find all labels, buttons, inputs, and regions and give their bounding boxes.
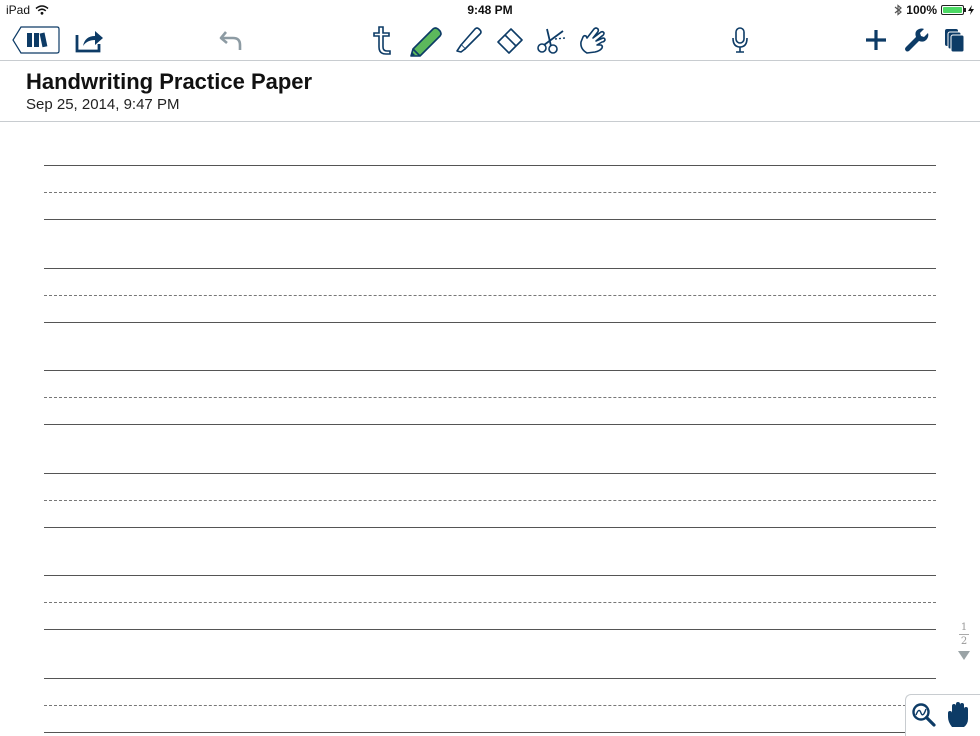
document-title[interactable]: Handwriting Practice Paper <box>26 69 312 95</box>
toolbar <box>0 20 980 61</box>
highlighter-tool-button[interactable] <box>452 24 484 56</box>
eraser-tool-icon <box>497 28 523 54</box>
hand-tool-button[interactable] <box>576 24 608 56</box>
pan-button[interactable] <box>946 701 974 729</box>
library-button[interactable] <box>11 24 61 56</box>
battery-icon <box>941 5 966 15</box>
undo-icon <box>219 31 242 50</box>
add-icon <box>866 30 886 50</box>
guide-midline <box>44 192 936 193</box>
status-time: 9:48 PM <box>467 3 513 17</box>
highlighter-tool-icon <box>456 27 482 53</box>
bottom-tools <box>905 694 980 736</box>
pen-tool-icon <box>410 27 442 57</box>
guide-baseline <box>44 219 936 220</box>
next-page-arrow-icon[interactable] <box>958 651 970 660</box>
hand-tool-icon <box>580 27 606 54</box>
text-tool-button[interactable] <box>368 24 396 56</box>
zoom-icon <box>912 703 936 727</box>
microphone-icon <box>732 27 748 53</box>
guide-baseline <box>44 526 936 528</box>
guide-top-line <box>44 575 936 577</box>
guide-baseline <box>44 321 936 323</box>
wrench-icon <box>905 28 929 52</box>
library-icon <box>12 26 60 54</box>
document-date: Sep 25, 2014, 9:47 PM <box>26 96 180 113</box>
text-tool-icon <box>373 26 391 55</box>
scissors-tool-button[interactable] <box>535 24 569 56</box>
microphone-button[interactable] <box>728 24 752 56</box>
guide-midline <box>44 397 936 399</box>
guide-midline <box>44 294 936 296</box>
battery-percent: 100% <box>906 3 937 17</box>
pages-icon <box>945 29 965 53</box>
pages-button[interactable] <box>941 24 969 56</box>
page-current: 1 <box>960 622 968 633</box>
share-icon <box>75 31 103 53</box>
eraser-tool-button[interactable] <box>494 24 526 56</box>
status-bar: iPad 9:48 PM 100% <box>0 0 980 20</box>
undo-button[interactable] <box>217 24 247 56</box>
guide-top-line <box>44 165 936 166</box>
settings-button[interactable] <box>902 24 930 56</box>
document-header: Handwriting Practice Paper Sep 25, 2014,… <box>0 61 980 122</box>
guide-top-line <box>44 267 936 269</box>
bluetooth-icon <box>894 4 903 16</box>
guide-top-line <box>44 472 936 474</box>
pan-hand-icon <box>948 702 968 727</box>
pen-tool-button[interactable] <box>406 24 446 57</box>
page-total: 2 <box>960 636 968 647</box>
guide-top-line <box>44 370 936 372</box>
handwriting-paper[interactable] <box>0 122 980 735</box>
add-button[interactable] <box>862 24 890 56</box>
page-indicator[interactable]: 1 2 <box>956 622 972 660</box>
guide-midline <box>44 499 936 501</box>
zoom-button[interactable] <box>910 701 938 729</box>
guide-baseline <box>44 424 936 426</box>
guide-top-line <box>44 678 936 679</box>
guide-baseline <box>44 629 936 631</box>
guide-midline <box>44 602 936 604</box>
share-button[interactable] <box>74 24 106 56</box>
charging-icon <box>968 5 974 15</box>
guide-midline <box>44 705 936 706</box>
scissors-tool-icon <box>537 28 566 54</box>
guide-baseline <box>44 732 936 733</box>
